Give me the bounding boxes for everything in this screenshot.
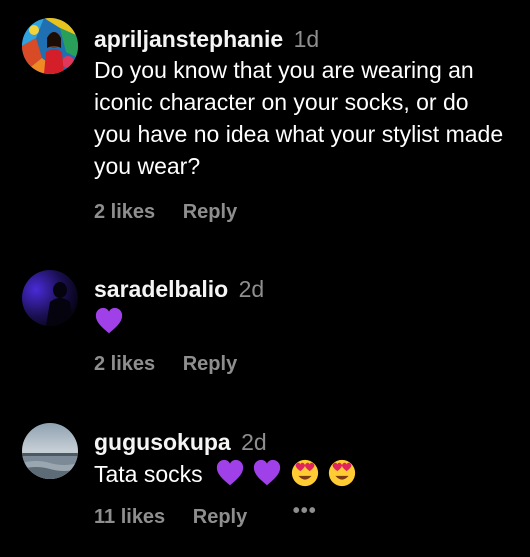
comment-item: saradelbalio 2d 2 likes Reply (0, 250, 530, 405)
heart-eyes-emoji-icon (291, 459, 318, 487)
username[interactable]: apriljanstephanie (94, 26, 283, 52)
purple-heart-emoji-icon (254, 459, 281, 486)
avatar-dark-purple-icon (22, 270, 78, 326)
more-options-button[interactable]: ••• (293, 500, 317, 523)
purple-heart-emoji-icon (95, 307, 123, 334)
timestamp: 2d (241, 429, 267, 455)
user-avatar[interactable] (22, 270, 78, 326)
heart-eyes-emoji-icon (329, 459, 356, 487)
avatar-colorful-mural-icon (22, 18, 78, 74)
comment-text (94, 306, 506, 338)
username[interactable]: saradelbalio (94, 276, 228, 302)
timestamp: 1d (293, 26, 320, 52)
comment-item: gugusokupa 2d Tata socks 11 likes Reply … (0, 405, 530, 557)
reply-button[interactable]: Reply (183, 201, 237, 224)
reply-button[interactable]: Reply (183, 353, 237, 376)
comment-text: Do you know that you are wearing an icon… (94, 57, 504, 179)
likes-count[interactable]: 2 likes (94, 201, 155, 224)
purple-heart-emoji-icon (216, 459, 244, 486)
timestamp: 2d (238, 276, 265, 302)
comment-text: Tata socks (94, 458, 506, 490)
likes-count[interactable]: 11 likes (94, 506, 165, 529)
likes-count[interactable]: 2 likes (94, 353, 155, 376)
user-avatar[interactable] (22, 423, 78, 479)
avatar-seascape-icon (22, 423, 78, 479)
reply-button[interactable]: Reply (193, 506, 247, 529)
comment-text-content: Tata socks (94, 461, 203, 487)
comment-item: apriljanstephanie 1d Do you know that yo… (0, 0, 530, 250)
user-avatar[interactable] (22, 18, 78, 74)
username[interactable]: gugusokupa (94, 429, 231, 455)
